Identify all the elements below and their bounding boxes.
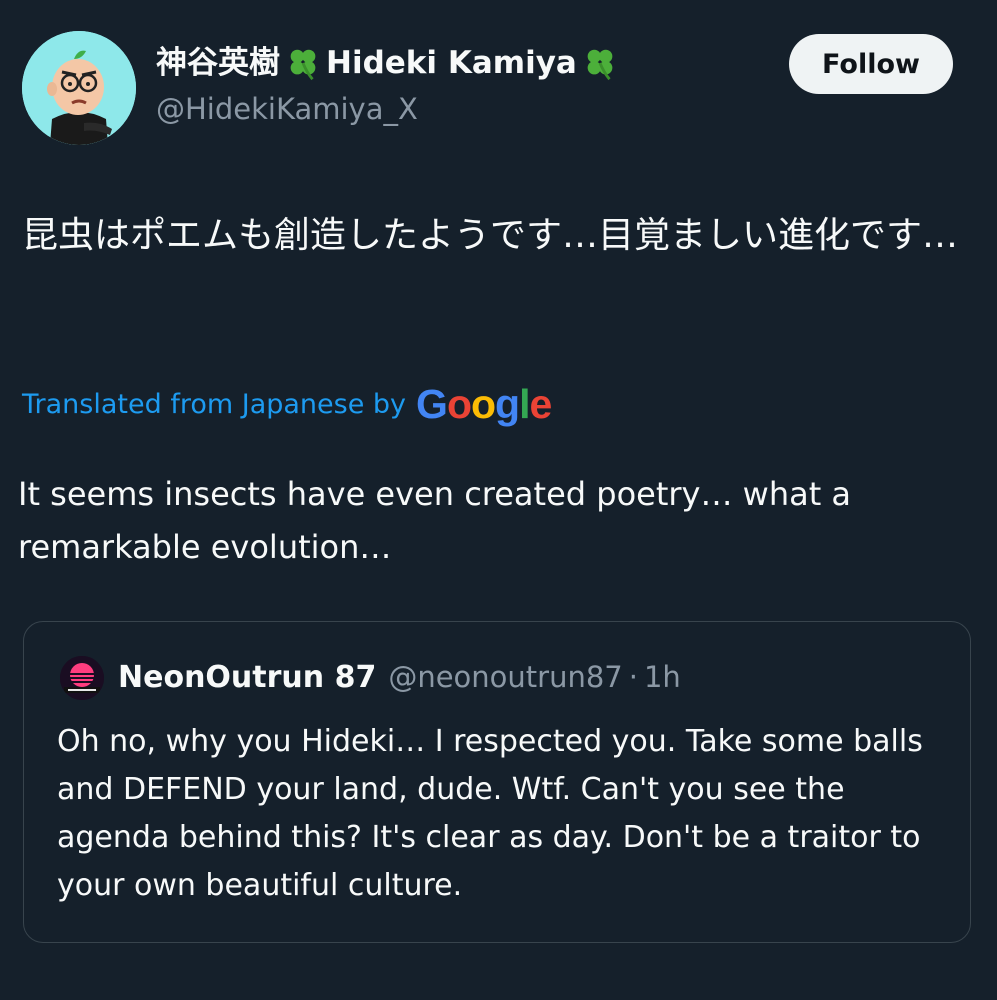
tweet-original-text: 昆虫はポエムも創造したようです…目覚ましい進化です…: [22, 215, 959, 256]
cartoon-avatar-icon: [22, 31, 136, 145]
quoted-tweet-text: Oh no, why you Hideki… I respected you. …: [57, 724, 923, 903]
author-handle[interactable]: @HidekiKamiya_X: [156, 92, 418, 126]
author-name-en: Hideki Kamiya: [326, 44, 577, 81]
tweet: 神谷英樹 Hideki Kamiya @HidekiKamiya_X Follo…: [0, 0, 997, 1000]
translation-attribution[interactable]: Translated from Japanese by Google: [22, 381, 552, 427]
author-name[interactable]: 神谷英樹 Hideki Kamiya: [156, 44, 623, 82]
four-leaf-clover-icon: [587, 49, 613, 81]
google-logo: Google: [416, 381, 552, 427]
quoted-tweet-card[interactable]: NeonOutrun 87 @neonoutrun87 · 1h Oh no, …: [23, 621, 971, 943]
quoted-author-avatar[interactable]: [60, 656, 104, 700]
quoted-tweet-header: NeonOutrun 87 @neonoutrun87 · 1h: [118, 660, 681, 695]
quoted-tweet-time[interactable]: 1h: [644, 660, 681, 694]
neon-sunset-avatar-icon: [60, 656, 104, 700]
follow-button[interactable]: Follow: [789, 34, 953, 94]
translation-label: Translated from Japanese by: [22, 389, 407, 420]
four-leaf-clover-icon: [290, 49, 316, 81]
author-avatar[interactable]: [22, 31, 136, 145]
quoted-author-handle[interactable]: @neonoutrun87: [388, 660, 622, 694]
author-name-jp: 神谷英樹: [156, 44, 280, 81]
tweet-translated-text: It seems insects have even created poetr…: [18, 475, 852, 566]
quoted-author-name[interactable]: NeonOutrun 87: [118, 660, 376, 695]
header-separator: ·: [628, 660, 638, 694]
